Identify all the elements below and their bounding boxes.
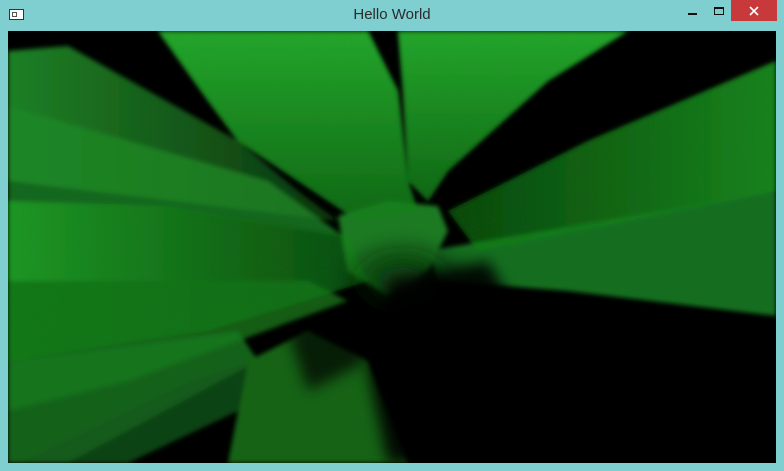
render-canvas[interactable]	[8, 31, 776, 463]
maximize-icon	[714, 6, 724, 15]
maximize-button[interactable]	[708, 0, 730, 21]
close-button[interactable]	[731, 0, 777, 21]
minimize-icon	[687, 12, 697, 15]
window-title: Hello World	[353, 6, 431, 23]
app-window: Hello World	[0, 0, 784, 471]
close-icon	[749, 5, 759, 16]
title-bar[interactable]: Hello World	[0, 0, 784, 31]
minimize-button[interactable]	[682, 0, 702, 21]
green-tunnel-render	[8, 31, 776, 463]
